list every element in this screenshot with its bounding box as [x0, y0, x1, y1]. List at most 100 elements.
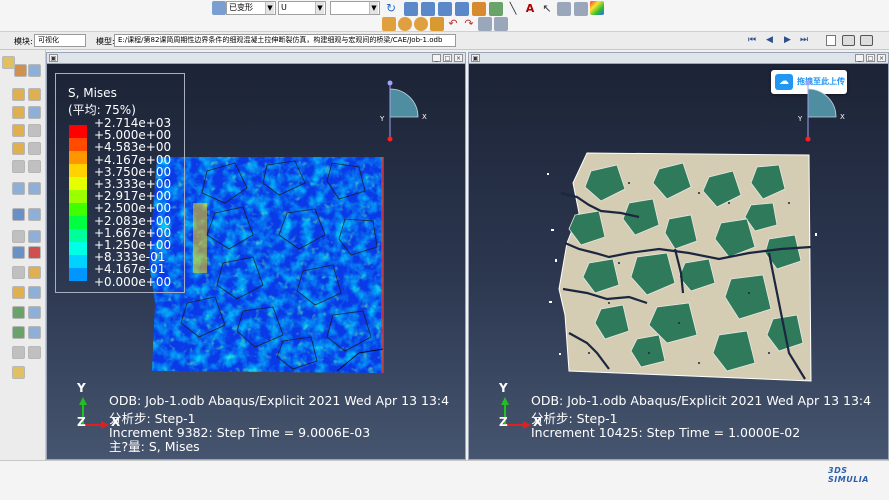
chevron-down-icon[interactable]: ▼ [265, 2, 274, 14]
refresh-icon[interactable]: ↻ [384, 1, 398, 15]
legend-swatch [69, 203, 87, 216]
legend-value: +4.167e-01 [94, 262, 166, 277]
tool-icon[interactable] [28, 160, 41, 173]
grid-icon[interactable] [574, 2, 588, 16]
legend-swatch [69, 177, 87, 190]
triad-y-label: Y [379, 115, 385, 123]
line-icon[interactable]: ╲ [506, 2, 520, 16]
render-icon[interactable] [398, 17, 412, 31]
triad-x-label: X [422, 113, 427, 121]
module-label: 模块: [14, 37, 33, 46]
tool-icon[interactable] [28, 106, 41, 119]
abaqus-window: 已变形 ▼ U ▼ ▼ ↻ ╲ A ↖ ↶ ↷ 模块: 可视化 模型: E:/课… [0, 0, 889, 500]
camera-icon[interactable] [842, 35, 855, 46]
copy-icon[interactable] [826, 35, 836, 46]
tool-icon[interactable] [12, 208, 25, 221]
tool-icon[interactable] [28, 286, 41, 299]
tool-icon[interactable] [12, 246, 25, 259]
legend-swatch [69, 138, 87, 151]
tool-icon[interactable] [28, 88, 41, 101]
prev-frame-button[interactable]: ◀ [766, 35, 773, 45]
model-select[interactable]: E:/课程/第82课简周期性边界条件的细观混凝土拉伸断裂仿真，构建细观与宏观间的… [114, 34, 456, 47]
field-select[interactable]: U ▼ [278, 1, 326, 15]
color-map-icon[interactable] [590, 1, 604, 15]
tool-icon[interactable] [12, 142, 25, 155]
legend-swatch [69, 216, 87, 229]
grid-icon[interactable] [557, 2, 571, 16]
table-icon[interactable] [489, 2, 503, 16]
component-select[interactable]: ▼ [330, 1, 380, 15]
redo-icon[interactable]: ↷ [462, 17, 476, 31]
tool-icon[interactable] [28, 208, 41, 221]
tool-icon[interactable] [28, 142, 41, 155]
view-icon[interactable] [455, 2, 469, 16]
chevron-down-icon[interactable]: ▼ [369, 2, 378, 14]
status-bar [0, 460, 889, 500]
view-icon[interactable] [404, 2, 418, 16]
cursor-icon[interactable] [430, 17, 444, 31]
viewport-damage[interactable]: ▣ _ □ × ☁ 拖拽至此上传 Y X Y X Z ODB: Job-1.od… [468, 52, 889, 460]
top-toolbar: 已变形 ▼ U ▼ ▼ ↻ ╲ A ↖ ↶ ↷ [0, 0, 889, 32]
tool-icon[interactable] [12, 346, 25, 359]
module-select-value: 可视化 [38, 36, 59, 44]
view-icon[interactable] [421, 2, 435, 16]
tool-icon[interactable] [12, 366, 25, 379]
tool-icon[interactable] [12, 106, 25, 119]
tool-icon[interactable] [14, 64, 27, 77]
zoom-icon[interactable] [494, 17, 508, 31]
camera-icon[interactable] [860, 35, 873, 46]
tool-icon[interactable] [28, 306, 41, 319]
tool-icon[interactable] [12, 124, 25, 137]
toolbox [0, 50, 46, 460]
tool-icon[interactable] [12, 88, 25, 101]
tool-icon[interactable] [12, 326, 25, 339]
animate-icon[interactable] [472, 2, 486, 16]
axis-z-label: Z [77, 415, 86, 429]
tool-icon[interactable] [12, 286, 25, 299]
model-select-value: E:/课程/第82课简周期性边界条件的细观混凝土拉伸断裂仿真，构建细观与宏观间的… [118, 36, 443, 44]
tool-icon[interactable] [28, 346, 41, 359]
tool-icon[interactable] [28, 246, 41, 259]
tool-icon[interactable] [12, 306, 25, 319]
tool-icon[interactable] [12, 182, 25, 195]
deform-select[interactable]: 已变形 ▼ [226, 1, 276, 15]
module-select[interactable]: 可视化 [34, 34, 86, 47]
legend-values: +2.714e+03 +5.000e+00 +4.583e+00 +4.167e+00… [94, 117, 171, 288]
tool-icon[interactable] [12, 160, 25, 173]
tool-icon[interactable] [12, 266, 25, 279]
undo-icon[interactable]: ↶ [446, 17, 460, 31]
legend-value: +2.083e+00 [94, 213, 172, 228]
zoom-icon[interactable] [478, 17, 492, 31]
primary-var-info: 主?量: S, Mises [109, 439, 200, 454]
legend-swatch [69, 229, 87, 242]
tool-icon[interactable] [28, 124, 41, 137]
contour-legend[interactable]: S, Mises (平均: 75%) +2.714e+03 +5.000e+00 +… [55, 73, 185, 293]
text-icon[interactable]: A [523, 2, 537, 16]
first-frame-button[interactable]: ⏮ [748, 35, 756, 45]
deform-select-value: 已变形 [229, 3, 253, 12]
deform-shape-icon[interactable] [212, 1, 226, 15]
tool-icon[interactable] [28, 182, 41, 195]
tool-icon[interactable] [28, 326, 41, 339]
tool-icon[interactable] [28, 64, 41, 77]
render-icon[interactable] [414, 17, 428, 31]
legend-value: +4.583e+00 [94, 140, 172, 155]
legend-swatch [69, 125, 87, 138]
next-frame-button[interactable]: ▶ [784, 35, 791, 45]
legend-swatch [69, 190, 87, 203]
view-icon[interactable] [438, 2, 452, 16]
legend-value: +2.500e+00 [94, 201, 172, 216]
pointer-icon[interactable]: ↖ [540, 2, 554, 16]
render-icon[interactable] [382, 17, 396, 31]
last-frame-button[interactable]: ⏭ [800, 35, 808, 45]
axis-y-label: Y [499, 381, 508, 395]
view-triad: Y X [379, 80, 427, 142]
legend-swatch [69, 242, 87, 255]
tool-icon[interactable] [28, 230, 41, 243]
legend-color-bar [69, 125, 87, 281]
tool-icon[interactable] [12, 230, 25, 243]
tool-icon[interactable] [28, 266, 41, 279]
viewport-stress[interactable]: ▣ _ □ × S, Mises (平均: 75%) +2.714e+03 +5… [46, 52, 466, 460]
legend-swatch [69, 164, 87, 177]
chevron-down-icon[interactable]: ▼ [315, 2, 324, 14]
